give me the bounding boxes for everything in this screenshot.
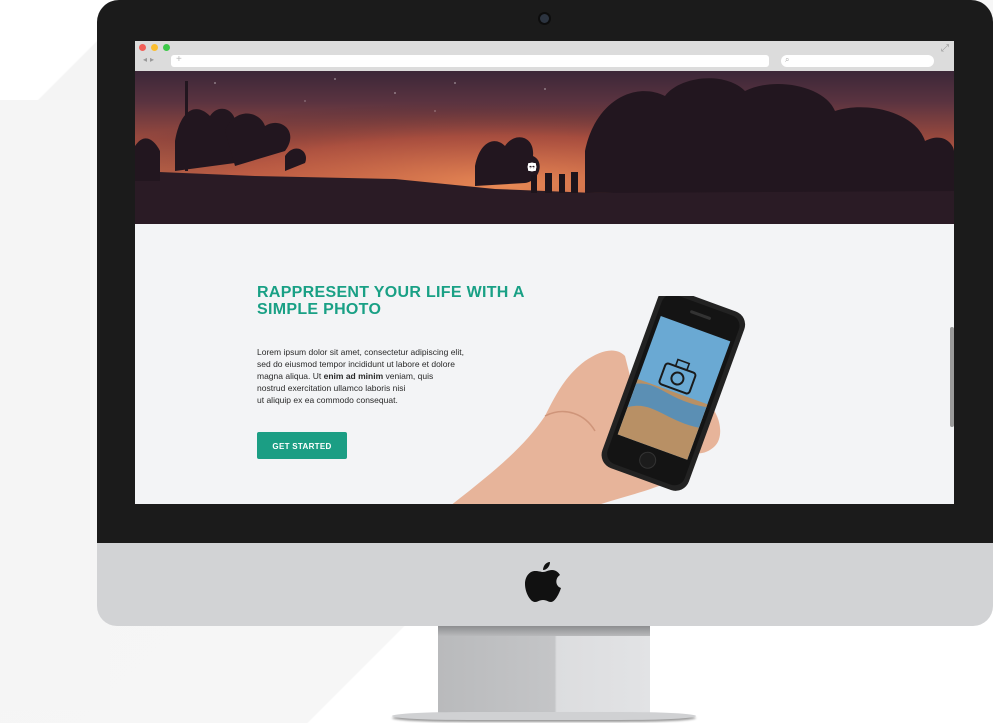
address-bar[interactable]: + — [171, 54, 769, 67]
webcam — [540, 14, 549, 23]
forward-arrow-icon[interactable]: ▸ — [150, 55, 157, 64]
social-links — [527, 162, 565, 172]
page-scrollbar[interactable] — [950, 327, 954, 427]
new-tab-plus-icon[interactable]: + — [176, 54, 182, 65]
imac-stand-shadow — [438, 626, 650, 636]
search-input[interactable]: ⌕ — [781, 55, 934, 67]
apple-logo-icon — [525, 562, 561, 602]
flickr-icon[interactable] — [528, 162, 551, 172]
fullscreen-icon[interactable]: ⤢ — [941, 43, 949, 54]
body-line-3-post: veniam, quis — [383, 371, 434, 381]
imac-stand-base — [392, 712, 696, 720]
hero-landscape-image — [135, 71, 954, 224]
window-close-button[interactable] — [139, 44, 146, 51]
get-started-button[interactable]: GET STARTED — [257, 432, 347, 459]
dribbble-icon[interactable] — [527, 162, 565, 172]
hero-banner — [135, 71, 954, 224]
screen: ◂▸ + ⌕ ⤢ RAPPRESENT YOUR LIFE WITH A SIM… — [135, 41, 954, 504]
browser-toolbar: ◂▸ + ⌕ ⤢ — [135, 41, 954, 72]
hand-holding-phone-image — [452, 296, 746, 504]
body-line-3-pre: magna aliqua. Ut — [257, 371, 324, 381]
back-arrow-icon[interactable]: ◂ — [143, 55, 150, 64]
window-minimize-button[interactable] — [151, 44, 158, 51]
body-line-3-bold: enim ad minim — [323, 371, 384, 381]
search-icon: ⌕ — [785, 55, 790, 64]
window-zoom-button[interactable] — [163, 44, 170, 51]
imac-stand — [438, 626, 650, 718]
nav-arrows[interactable]: ◂▸ — [143, 55, 157, 64]
background-shadow — [0, 100, 110, 710]
